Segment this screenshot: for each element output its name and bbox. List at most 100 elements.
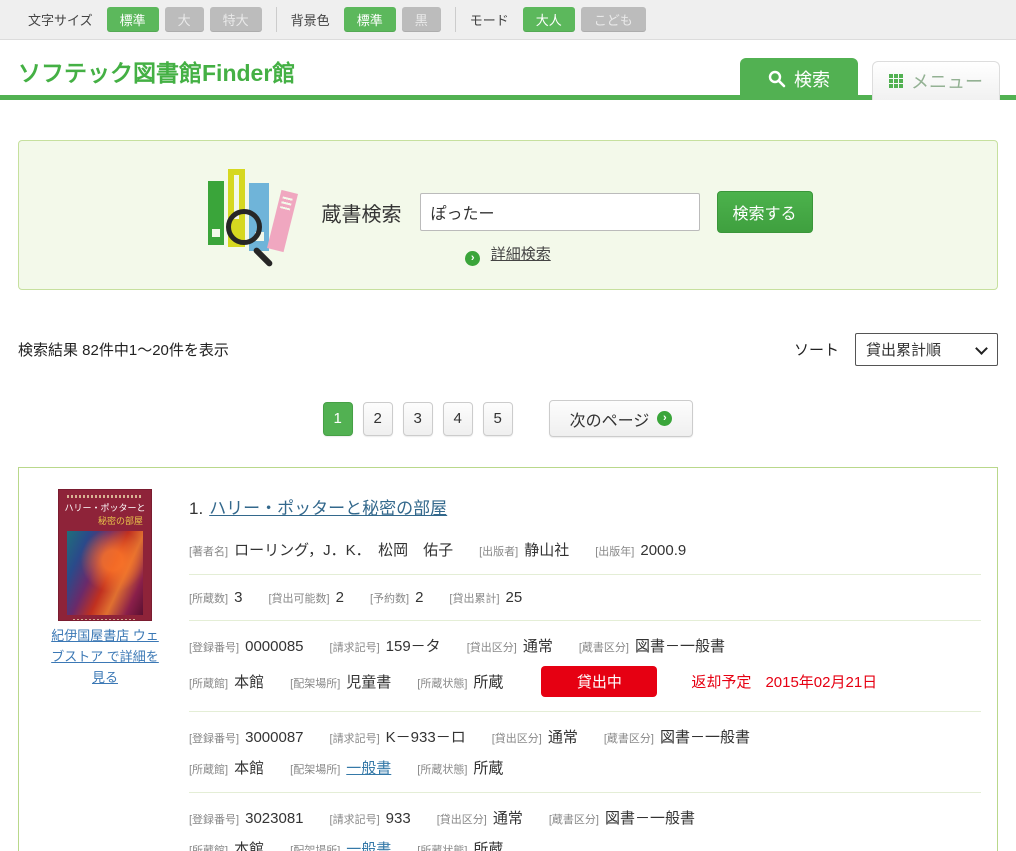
cover-decor-text (67, 495, 143, 498)
sort-label: ソート (794, 339, 839, 360)
call-label: [請求記号] (330, 811, 380, 827)
result-title-row: 1. ハリー・ポッターと秘密の部屋 (189, 494, 981, 519)
search-submit-button[interactable]: 検索する (717, 191, 813, 233)
site-title: ソフテック図書館Finder館 (18, 54, 295, 88)
year-label: [出版年] (595, 543, 634, 559)
shelf-link[interactable]: 一般書 (346, 838, 391, 851)
cover-title-line1: ハリー・ポッターと (59, 501, 151, 514)
status-value: 所蔵 (473, 671, 503, 692)
font-size-standard-button[interactable]: 標準 (107, 7, 159, 32)
pagination: 1 2 3 4 5 次のページ › (0, 400, 1016, 437)
total-loans-value: 25 (506, 589, 523, 606)
result-number: 1. (189, 499, 203, 518)
font-size-xlarge-button[interactable]: 特大 (210, 7, 262, 32)
total-loans-label: [貸出累計] (449, 590, 499, 606)
advanced-search-link[interactable]: 詳細検索 (491, 246, 551, 263)
call-label: [請求記号] (330, 730, 380, 746)
arrow-circle-icon: › (657, 411, 672, 426)
status-value: 所蔵 (473, 838, 503, 851)
bg-color-standard-button[interactable]: 標準 (344, 7, 396, 32)
arrow-circle-icon: › (465, 251, 480, 266)
loan-value: 通常 (548, 726, 578, 747)
sort-selected-value: 貸出累計順 (866, 339, 941, 360)
page-button-1[interactable]: 1 (323, 402, 353, 436)
call-value: 159－タ (386, 635, 441, 656)
bg-color-group: 背景色 標準 黒 (276, 7, 455, 32)
call-value: 933 (386, 810, 411, 827)
publisher-value: 静山社 (524, 539, 569, 560)
bg-color-label: 背景色 (291, 10, 330, 29)
catalog-search-label: 蔵書検索 (322, 198, 402, 227)
loan-label: [貸出区分] (492, 730, 542, 746)
return-due-label: 返却予定 (691, 671, 751, 692)
bg-color-black-button[interactable]: 黒 (402, 7, 441, 32)
library-label: [所蔵館] (189, 842, 228, 851)
kinokuniya-store-link[interactable]: 紀伊国屋書店 ウェブストア で詳細を見る (47, 626, 163, 688)
lending-status-badge: 貸出中 (541, 666, 657, 697)
divider (189, 574, 981, 575)
mode-group: モード 大人 こども (455, 7, 660, 32)
site-header: ソフテック図書館Finder館 検索 メニュー (0, 40, 1016, 100)
shelf-label: [配架場所] (290, 675, 340, 691)
available-value: 2 (336, 589, 344, 606)
cover-decor-text (73, 619, 137, 620)
cover-illustration (67, 531, 143, 615)
copy-line1: [登録番号]3000087 [請求記号]K－933－ロ [貸出区分]通常 [蔵書… (189, 726, 981, 747)
shelf-label: [配架場所] (290, 842, 340, 851)
page-button-2[interactable]: 2 (363, 402, 393, 436)
tab-search[interactable]: 検索 (740, 58, 858, 100)
next-page-button[interactable]: 次のページ › (549, 400, 694, 437)
copy-line1: [登録番号]3023081 [請求記号]933 [貸出区分]通常 [蔵書区分]図… (189, 807, 981, 828)
loan-label: [貸出区分] (467, 639, 517, 655)
search-icon (768, 70, 786, 88)
book-cover-image: ハリー・ポッターと 秘密の部屋 (59, 490, 151, 620)
call-value: K－933－ロ (386, 726, 466, 747)
status-label: [所蔵状態] (417, 761, 467, 777)
class-value: 図書－一般書 (635, 635, 725, 656)
library-label: [所蔵館] (189, 761, 228, 777)
results-bar: 検索結果 82件中1〜20件を表示 ソート 貸出累計順 (18, 332, 998, 366)
result-title-link[interactable]: ハリー・ポッターと秘密の部屋 (209, 499, 447, 518)
author-row: [著者名]ローリング，J．K． 松岡 佑子 [出版者]静山社 [出版年]2000… (189, 539, 981, 560)
loan-value: 通常 (493, 807, 523, 828)
page-button-4[interactable]: 4 (443, 402, 473, 436)
copy-line2: [所蔵館]本館 [配架場所]一般書 [所蔵状態]所蔵 (189, 838, 981, 851)
menu-grid-icon (889, 74, 903, 88)
mode-kids-button[interactable]: こども (581, 7, 646, 32)
class-value: 図書－一般書 (605, 807, 695, 828)
holdings-value: 3 (234, 589, 242, 606)
divider (189, 711, 981, 712)
result-cover-column: ハリー・ポッターと 秘密の部屋 紀伊国屋書店 ウェブストア で詳細を見る (35, 488, 175, 851)
copy-line2: [所蔵館]本館 [配架場所]児童書 [所蔵状態]所蔵 貸出中 返却予定 2015… (189, 666, 981, 697)
shelf-value: 児童書 (346, 671, 391, 692)
library-value: 本館 (234, 757, 264, 778)
shelf-link[interactable]: 一般書 (346, 757, 391, 778)
author-value: ローリング，J．K． 松岡 佑子 (234, 539, 453, 560)
mode-label: モード (470, 10, 509, 29)
result-item: ハリー・ポッターと 秘密の部屋 紀伊国屋書店 ウェブストア で詳細を見る 1. ハ… (18, 467, 998, 851)
page-button-3[interactable]: 3 (403, 402, 433, 436)
mode-adult-button[interactable]: 大人 (523, 7, 575, 32)
cover-title-line2: 秘密の部屋 (59, 514, 151, 527)
author-label: [著者名] (189, 543, 228, 559)
next-page-label: 次のページ (570, 407, 650, 431)
library-label: [所蔵館] (189, 675, 228, 691)
reg-value: 3023081 (245, 810, 303, 827)
sort-select[interactable]: 貸出累計順 (855, 333, 998, 366)
loan-value: 通常 (523, 635, 553, 656)
font-size-group: 文字サイズ 標準 大 特大 (14, 7, 276, 32)
class-label: [蔵書区分] (604, 730, 654, 746)
tab-menu[interactable]: メニュー (872, 61, 1000, 100)
copy-row: [登録番号]3000087 [請求記号]K－933－ロ [貸出区分]通常 [蔵書… (189, 726, 981, 778)
year-value: 2000.9 (640, 542, 686, 559)
font-size-large-button[interactable]: 大 (165, 7, 204, 32)
search-input[interactable] (420, 193, 700, 231)
catalog-search-panel: 蔵書検索 検索する › 詳細検索 (18, 140, 998, 290)
copy-line2: [所蔵館]本館 [配架場所]一般書 [所蔵状態]所蔵 (189, 757, 981, 778)
page-button-5[interactable]: 5 (483, 402, 513, 436)
header-tabs: 検索 メニュー (740, 58, 1000, 100)
available-label: [貸出可能数] (268, 590, 329, 606)
return-due-date: 2015年02月21日 (765, 671, 877, 692)
status-label: [所蔵状態] (417, 842, 467, 851)
shelf-label: [配架場所] (290, 761, 340, 777)
